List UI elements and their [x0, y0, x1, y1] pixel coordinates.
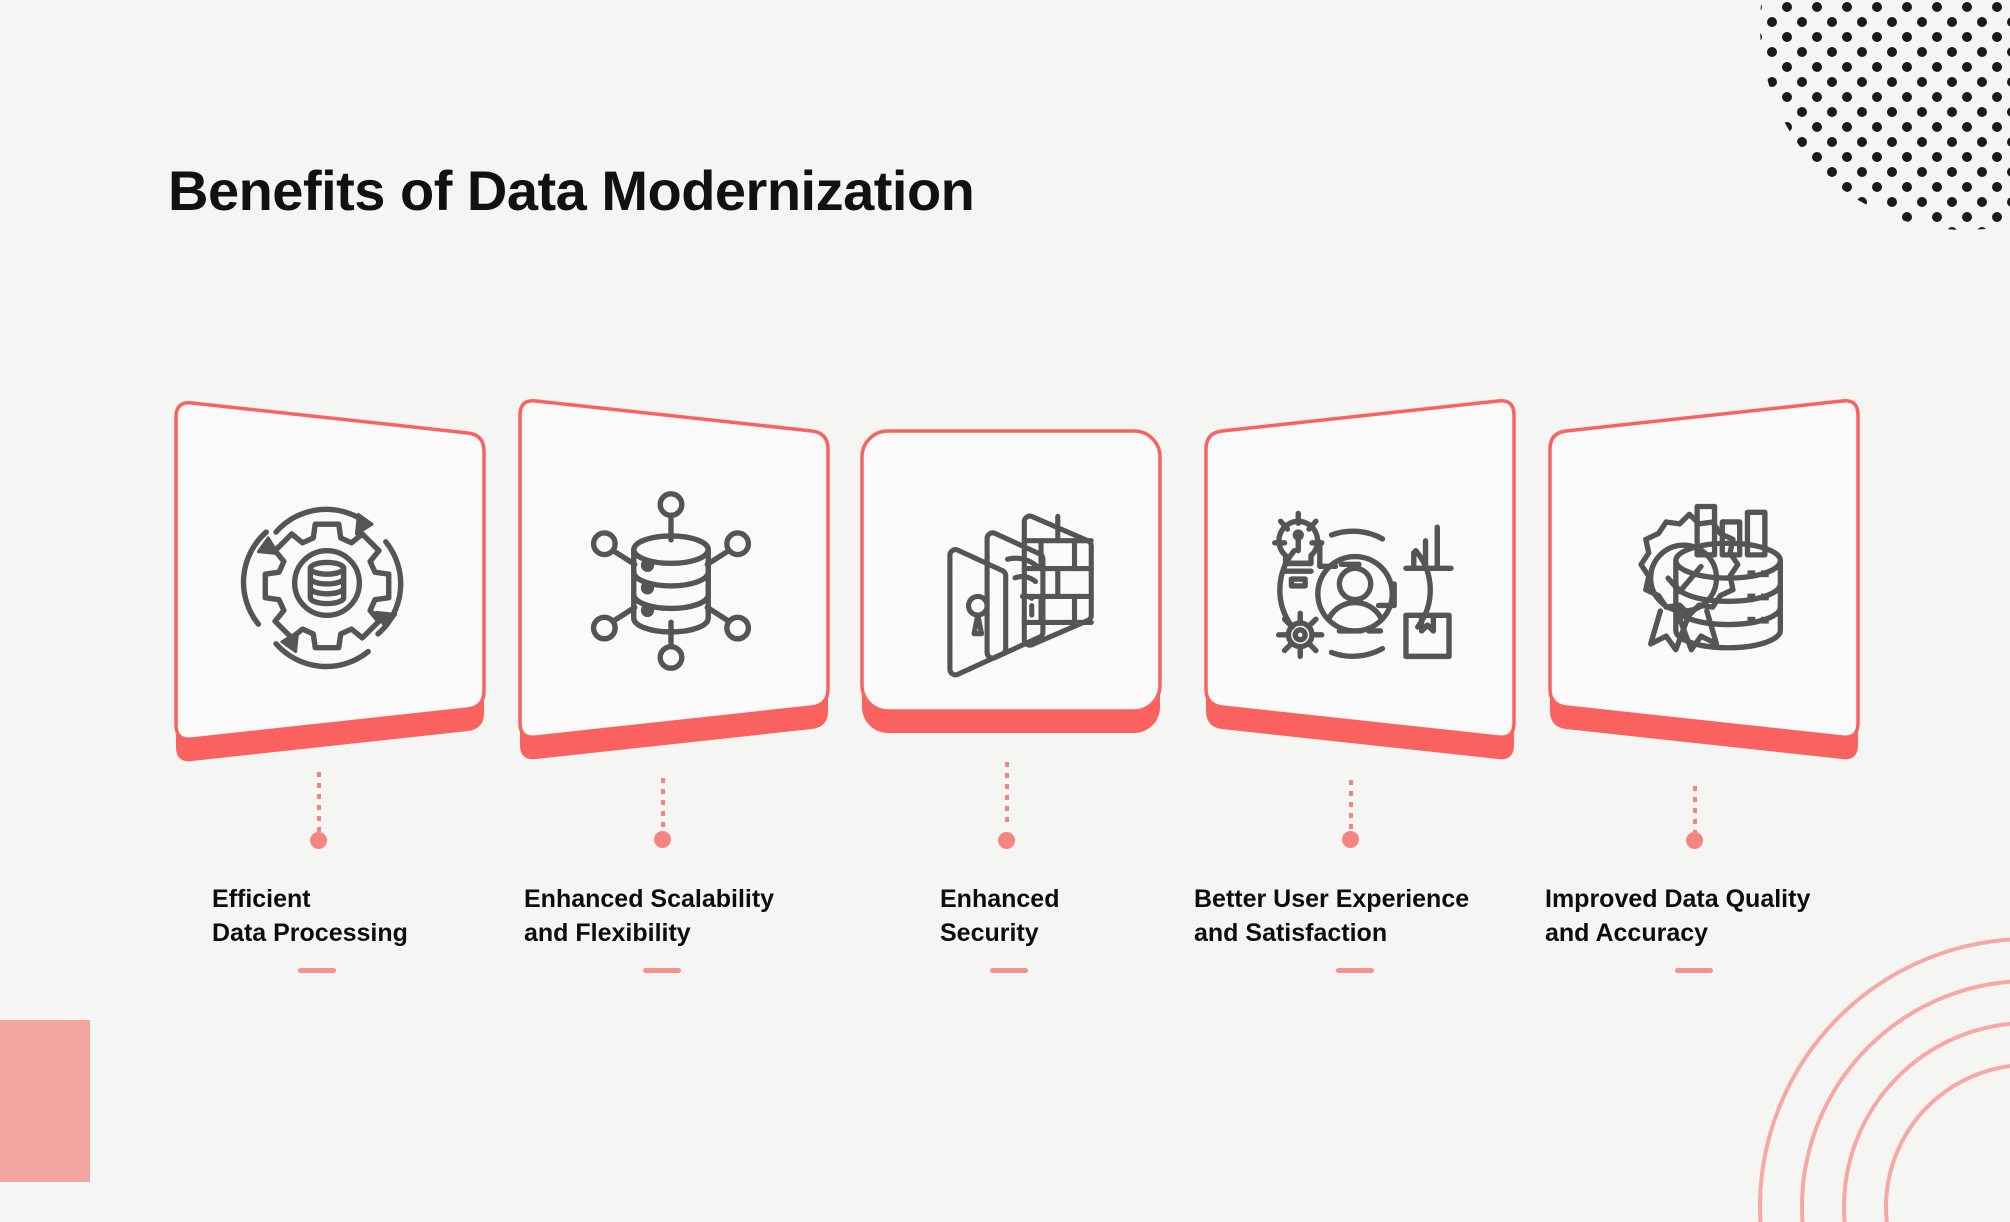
benefit-label-1: Efficient Data Processing: [212, 882, 408, 950]
benefit-label-1-line1: Efficient: [212, 885, 311, 913]
benefits-card-row: [0, 395, 2010, 805]
benefit-icon-4: [1198, 488, 1516, 674]
quality-badge-database-chart-icon: [1638, 503, 1784, 653]
benefit-label-4-line1: Better User Experience: [1194, 885, 1470, 913]
corner-block-decoration: [0, 1020, 90, 1182]
benefit-icon-2: [512, 483, 830, 679]
benefit-label-3: Enhanced Security: [940, 882, 1059, 950]
user-experience-lightbulb-chart-icon: [1272, 510, 1454, 660]
benefit-card-5[interactable]: [1542, 393, 1860, 793]
benefit-label-4: Better User Experience and Satisfaction: [1194, 882, 1469, 950]
benefit-icon-5: [1542, 491, 1860, 671]
benefit-label-2-line2: and Flexibility: [524, 919, 691, 947]
benefit-card-1[interactable]: [168, 395, 486, 795]
connector-line-1: [317, 772, 321, 838]
benefit-label-5-line1: Improved Data Quality: [1545, 885, 1811, 913]
connector-dot-2: [654, 831, 671, 848]
benefit-rule-3: [990, 968, 1028, 973]
benefit-icon-1: [168, 485, 486, 681]
benefit-card-4[interactable]: [1198, 393, 1516, 793]
benefit-rule-5: [1675, 968, 1713, 973]
dot-grid-pattern-icon: [1760, 0, 2010, 230]
benefit-label-4-line2: and Satisfaction: [1194, 919, 1388, 947]
benefit-label-5: Improved Data Quality and Accuracy: [1545, 882, 1810, 950]
benefit-rule-4: [1336, 968, 1374, 973]
benefit-rule-2: [643, 968, 681, 973]
benefit-label-3-line2: Security: [940, 919, 1039, 947]
database-network-nodes-icon: [590, 491, 752, 671]
lock-fingerprint-firewall-icon: [947, 513, 1094, 678]
connector-dot-1: [310, 832, 327, 849]
connector-line-3: [1005, 762, 1009, 828]
connector-dot-3: [998, 832, 1015, 849]
gear-database-cycle-icon: [240, 506, 404, 670]
benefit-card-2[interactable]: [512, 393, 830, 793]
connector-dot-4: [1342, 831, 1359, 848]
page-title: Benefits of Data Modernization: [168, 159, 975, 222]
benefit-label-5-line2: and Accuracy: [1545, 919, 1709, 947]
benefit-card-3[interactable]: [856, 425, 1174, 825]
concentric-arcs-decoration: [1758, 937, 2010, 1222]
connector-dot-5: [1686, 832, 1703, 849]
benefit-icon-3: [856, 496, 1174, 682]
benefit-label-3-line1: Enhanced: [940, 885, 1060, 913]
benefit-label-1-line2: Data Processing: [212, 919, 408, 947]
benefit-rule-1: [298, 968, 336, 973]
benefit-label-2: Enhanced Scalability and Flexibility: [524, 882, 774, 950]
benefit-label-2-line1: Enhanced Scalability: [524, 885, 775, 913]
